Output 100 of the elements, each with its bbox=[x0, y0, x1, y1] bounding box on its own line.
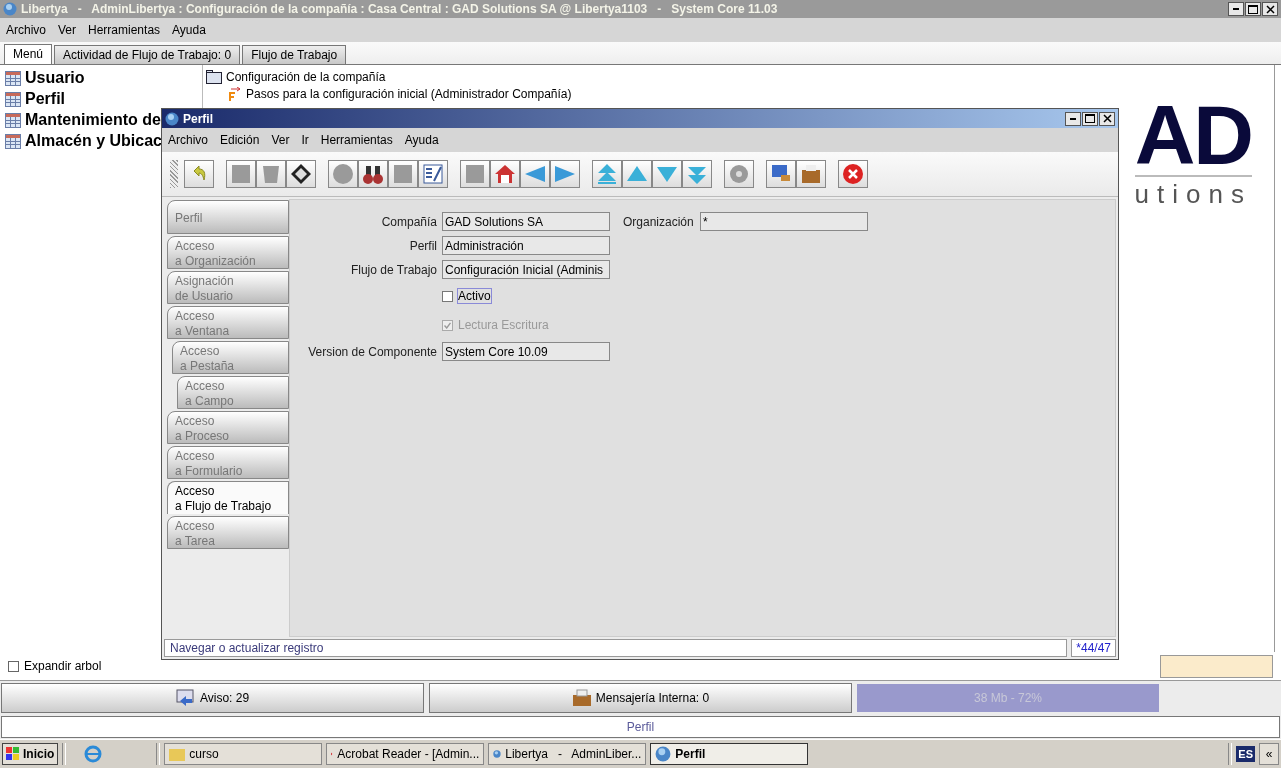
gear-icon bbox=[728, 163, 750, 185]
maximize-button[interactable] bbox=[1245, 2, 1261, 16]
right-arrow-icon bbox=[554, 163, 576, 185]
toolbar-button[interactable] bbox=[358, 160, 388, 188]
minimize-button[interactable] bbox=[1228, 2, 1244, 16]
text-field[interactable]: System Core 10.09 bbox=[442, 342, 610, 361]
side-tab[interactable]: Acceso a Organización bbox=[167, 236, 289, 269]
envelope-icon bbox=[175, 689, 196, 707]
table-icon bbox=[5, 133, 21, 149]
text-field[interactable]: Configuración Inicial (Adminis bbox=[442, 260, 610, 279]
box-icon bbox=[800, 163, 822, 185]
menu-item[interactable]: Ayuda bbox=[166, 23, 212, 37]
menu-item[interactable]: Ayuda bbox=[398, 133, 445, 147]
workflow-icon bbox=[226, 86, 242, 101]
minimize-button[interactable] bbox=[1065, 111, 1081, 126]
field-label: Organización bbox=[622, 214, 695, 229]
close-icon bbox=[1265, 4, 1275, 14]
table-icon bbox=[5, 70, 21, 86]
globe-icon bbox=[3, 2, 17, 16]
field-label: Version de Componente bbox=[307, 344, 437, 359]
input-field[interactable] bbox=[1160, 654, 1273, 678]
logo-text: utions bbox=[1134, 175, 1252, 210]
toolbar-button[interactable] bbox=[418, 160, 448, 188]
menu-item[interactable]: Herramientas bbox=[82, 23, 167, 37]
table-icon bbox=[5, 91, 21, 107]
logo-text: AD bbox=[1134, 95, 1252, 175]
tab[interactable]: Actividad de Flujo de Trabajo: 0 bbox=[54, 45, 241, 64]
side-tab[interactable]: Asignación de Usuario bbox=[167, 271, 289, 304]
field-label: Perfil bbox=[408, 238, 437, 253]
close-button[interactable] bbox=[1262, 2, 1278, 16]
menu-item[interactable]: Ver bbox=[52, 23, 83, 37]
menu-item[interactable]: Archivo bbox=[0, 23, 52, 37]
status-message: Navegar o actualizar registro bbox=[164, 639, 1068, 657]
tab[interactable]: Flujo de Trabajo bbox=[242, 45, 347, 64]
field-label: Compañía bbox=[380, 214, 437, 229]
first-record-icon bbox=[596, 163, 618, 185]
taskbar-item[interactable]: Libertya - AdminLiber... bbox=[488, 743, 647, 765]
globe-icon bbox=[655, 746, 672, 762]
close-button[interactable] bbox=[1099, 111, 1115, 126]
menu-item[interactable]: Ir bbox=[295, 133, 315, 147]
minimize-icon bbox=[1233, 8, 1239, 10]
window-title: Perfil bbox=[183, 111, 214, 126]
taskbar-item[interactable]: curso bbox=[164, 743, 323, 765]
folder-icon bbox=[169, 747, 186, 761]
maximize-icon bbox=[1085, 114, 1095, 123]
favorite-item[interactable]: Almacén y Ubicac bbox=[25, 132, 162, 150]
maximize-icon bbox=[1248, 4, 1258, 14]
left-arrow-icon bbox=[524, 163, 546, 185]
menu-item[interactable]: Herramientas bbox=[314, 133, 399, 147]
table-icon bbox=[5, 112, 21, 128]
binoculars-icon bbox=[362, 163, 384, 185]
minimize-icon bbox=[1070, 117, 1076, 120]
side-tab[interactable]: Acceso a Tarea bbox=[167, 516, 289, 549]
language-indicator[interactable]: ES bbox=[1236, 746, 1255, 762]
menu-item[interactable]: Ver bbox=[265, 133, 296, 147]
start-button[interactable]: Inicio bbox=[2, 743, 59, 765]
side-tab[interactable]: Acceso a Pestaña bbox=[172, 341, 289, 374]
close-icon bbox=[1102, 114, 1112, 123]
house-icon bbox=[494, 163, 516, 185]
bin-icon bbox=[260, 163, 282, 185]
disabled-icon bbox=[464, 163, 486, 185]
tree-item[interactable]: Configuración de la compañía bbox=[226, 69, 386, 84]
checkbox-label: Activo bbox=[458, 289, 491, 303]
checkbox-label: Lectura Escritura bbox=[458, 318, 549, 332]
folder-icon bbox=[206, 69, 222, 84]
checkbox[interactable] bbox=[442, 290, 453, 302]
browser-icon[interactable] bbox=[84, 745, 103, 763]
taskbar-item[interactable]: Acrobat Reader - [Admin... bbox=[326, 743, 485, 765]
text-field[interactable]: * bbox=[700, 212, 868, 231]
globe-icon bbox=[165, 111, 179, 126]
text-field[interactable]: Administración bbox=[442, 236, 610, 255]
favorite-item[interactable]: Mantenimiento de bbox=[25, 111, 161, 129]
side-tab[interactable]: Acceso a Proceso bbox=[167, 411, 289, 444]
checkbox[interactable] bbox=[8, 660, 19, 672]
toolbar-grip[interactable] bbox=[170, 160, 178, 188]
disabled-icon bbox=[332, 163, 354, 185]
messages-button[interactable]: Mensajería Interna: 0 bbox=[429, 683, 852, 713]
tab[interactable]: Menú bbox=[4, 44, 53, 64]
text-field[interactable]: GAD Solutions SA bbox=[442, 212, 610, 231]
notice-button[interactable]: Aviso: 29 bbox=[1, 683, 424, 713]
menu-item[interactable]: Edición bbox=[214, 133, 266, 147]
menu-item[interactable]: Archivo bbox=[162, 133, 214, 147]
collapse-button[interactable]: « bbox=[1259, 743, 1279, 765]
favorite-item[interactable]: Usuario bbox=[25, 69, 85, 87]
favorite-item[interactable]: Perfil bbox=[25, 90, 65, 108]
window-title: Libertya - AdminLibertya : Configuración de la compañía : Casa Central : GAD Solutions SA @ Libertya1103 - System Core 11.03 bbox=[21, 2, 779, 16]
taskbar-item[interactable]: Perfil bbox=[650, 743, 809, 765]
checkbox-label: Expandir arbol bbox=[24, 659, 102, 673]
side-tab[interactable]: Acceso a Campo bbox=[177, 376, 289, 409]
side-tab[interactable]: Acceso a Formulario bbox=[167, 446, 289, 479]
side-tab[interactable]: Acceso a Ventana bbox=[167, 306, 289, 339]
toolbar-button[interactable] bbox=[286, 160, 316, 188]
windows-logo-icon bbox=[6, 747, 20, 761]
tree-item[interactable]: Pasos para la configuración inicial (Administrador Compañía) bbox=[246, 86, 572, 101]
side-tab[interactable]: Acceso a Flujo de Trabajo bbox=[167, 481, 289, 514]
maximize-button[interactable] bbox=[1082, 111, 1098, 126]
disabled-icon bbox=[230, 163, 252, 185]
box-icon bbox=[571, 689, 592, 707]
report-icon bbox=[422, 163, 444, 185]
checkmark-icon bbox=[444, 321, 451, 329]
